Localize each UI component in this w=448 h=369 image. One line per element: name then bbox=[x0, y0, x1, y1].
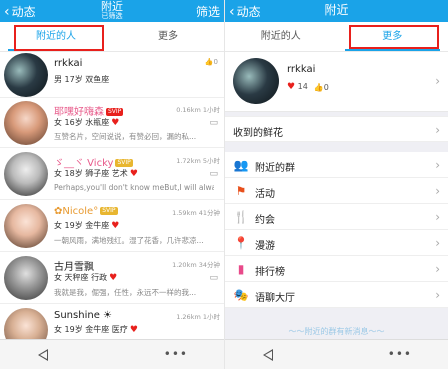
person-name: Sunshine ☀ bbox=[54, 310, 112, 321]
system-nav-bar: ••• bbox=[0, 339, 224, 369]
person-meta: 女 19岁 金牛座 ♥ bbox=[54, 220, 120, 231]
list-item[interactable]: Sunshine ☀ 女 19岁 金牛座 医疗 ♥ 1.26km 1小时 bbox=[0, 304, 224, 352]
ranking-icon: ▮ bbox=[237, 262, 245, 276]
heart-icon: ♥ bbox=[129, 168, 138, 179]
like-count-icon: 👍0 bbox=[204, 58, 218, 66]
list-item[interactable]: rrkkai 男 17岁 双鱼座 👍0 bbox=[0, 52, 224, 98]
menu-item-nearby-groups[interactable]: 👥 附近的群 › bbox=[225, 152, 448, 178]
heart-icon: ♥ bbox=[111, 220, 120, 231]
date-icon: 🍴 bbox=[233, 210, 249, 224]
chevron-right-icon: › bbox=[435, 74, 440, 88]
received-flowers-item[interactable]: 收到的鲜花 › bbox=[225, 116, 448, 142]
card-icon: ▭ bbox=[209, 118, 218, 128]
tab-more[interactable]: 更多 bbox=[112, 22, 224, 51]
top-bar: ‹ 动态 附近 bbox=[225, 0, 448, 22]
person-name: ✿Nicole° SVIP bbox=[54, 206, 118, 217]
menu-item-voice-chat-hall[interactable]: 🎭 语聊大厅 › bbox=[225, 282, 448, 308]
tab-nearby-people[interactable]: 附近的人 bbox=[225, 22, 337, 51]
profile-stats: ♥ 14 👍0 bbox=[287, 82, 329, 92]
person-signature: 一朝风雨，满地残红。湿了花香，几许悲凉... bbox=[54, 236, 204, 245]
page-subtitle: 已筛选 bbox=[101, 12, 123, 20]
avatar bbox=[4, 204, 48, 248]
avatar bbox=[4, 53, 48, 97]
person-meta: 男 17岁 双鱼座 bbox=[54, 75, 110, 84]
person-name: 古月雪飘 bbox=[54, 262, 94, 273]
menu-item-dating[interactable]: 🍴 约会 › bbox=[225, 204, 448, 230]
chevron-right-icon: › bbox=[435, 236, 440, 250]
nearby-more-screen: ‹ 动态 附近 附近的人 更多 rrkkai ♥ 14 👍0 › 收到的鲜花 ›… bbox=[224, 0, 448, 369]
person-name: rrkkai bbox=[54, 58, 83, 69]
profile-name: rrkkai bbox=[287, 64, 316, 75]
chevron-right-icon: › bbox=[435, 123, 440, 137]
person-signature: 我就是我，倔强，任性，永远不一样的我... bbox=[54, 288, 197, 297]
filter-button[interactable]: 筛选 bbox=[196, 3, 220, 20]
nav-back-icon[interactable] bbox=[263, 349, 273, 361]
menu-item-ranking[interactable]: ▮ 排行榜 › bbox=[225, 256, 448, 282]
distance-time: 1.20km 34分钟 bbox=[172, 261, 220, 269]
nearby-people-screen: ‹ 动态 附近 已筛选 筛选 附近的人 更多 rrkkai 男 17岁 双鱼座 … bbox=[0, 0, 224, 369]
thumbs-up-icon: 👍 bbox=[313, 82, 324, 92]
person-signature: 互赞名片，空间说说，有赞必回，漏的私... bbox=[54, 132, 197, 141]
chevron-right-icon: › bbox=[435, 210, 440, 224]
distance-time: 1.72km 5小时 bbox=[176, 157, 220, 165]
card-icon: ▭ bbox=[209, 273, 218, 283]
person-name: 耶嘿好嗨森 SVIP bbox=[54, 107, 124, 118]
chevron-right-icon: › bbox=[435, 184, 440, 198]
menu-item-events[interactable]: ⚑ 活动 › bbox=[225, 178, 448, 204]
chevron-right-icon: › bbox=[435, 158, 440, 172]
highlight-box bbox=[349, 25, 439, 49]
highlight-box bbox=[14, 25, 104, 51]
distance-time: 0.16km 1小时 bbox=[176, 106, 220, 114]
person-meta: 女 18岁 狮子座 艺术 ♥ bbox=[54, 168, 138, 179]
person-name: ゞ__ヾ Vicky SVIP bbox=[54, 158, 133, 169]
distance-time: 1.26km 1小时 bbox=[176, 313, 220, 321]
page-title: 附近 bbox=[324, 3, 349, 17]
top-bar: ‹ 动态 附近 已筛选 筛选 bbox=[0, 0, 224, 22]
person-meta: 女 19岁 金牛座 医疗 ♥ bbox=[54, 324, 138, 335]
heart-icon: ♥ bbox=[287, 82, 296, 92]
heart-icon: ♥ bbox=[109, 272, 118, 283]
heart-icon: ♥ bbox=[111, 117, 120, 128]
avatar bbox=[233, 58, 279, 104]
chevron-right-icon: › bbox=[435, 288, 440, 302]
section-gap bbox=[225, 142, 448, 152]
chevron-right-icon: › bbox=[435, 262, 440, 276]
system-nav-bar: ••• bbox=[225, 339, 448, 369]
list-item[interactable]: ゞ__ヾ Vicky SVIP 女 18岁 狮子座 艺术 ♥ Perhaps,you… bbox=[0, 148, 224, 200]
my-profile-card[interactable]: rrkkai ♥ 14 👍0 › bbox=[225, 52, 448, 112]
mask-icon: 🎭 bbox=[233, 288, 249, 302]
list-item[interactable]: ✿Nicole° SVIP 女 19岁 金牛座 ♥ 一朝风雨，满地残红。湿了花香，几… bbox=[0, 200, 224, 252]
menu-item-roaming[interactable]: 📍 漫游 › bbox=[225, 230, 448, 256]
avatar bbox=[4, 256, 48, 300]
group-icon: 👥 bbox=[233, 158, 249, 172]
card-icon: ▭ bbox=[209, 169, 218, 179]
more-dots-icon[interactable]: ••• bbox=[388, 347, 412, 361]
person-meta: 女 天秤座 行政 ♥ bbox=[54, 272, 118, 283]
more-dots-icon[interactable]: ••• bbox=[164, 347, 188, 361]
distance-time: 1.59km 41分钟 bbox=[172, 209, 220, 217]
person-signature: Perhaps,you'll don't know meBut,I will a… bbox=[54, 183, 214, 192]
flag-icon: ⚑ bbox=[235, 184, 247, 198]
avatar bbox=[4, 101, 48, 145]
heart-icon: ♥ bbox=[129, 324, 138, 335]
avatar bbox=[4, 152, 48, 196]
person-meta: 女 16岁 水瓶座 ♥ bbox=[54, 117, 120, 128]
location-pin-icon: 📍 bbox=[233, 236, 249, 250]
nav-back-icon[interactable] bbox=[38, 349, 48, 361]
groups-new-message-hint[interactable]: ～～附近的群有新消息～～ bbox=[225, 326, 448, 337]
page-title: 附近 bbox=[101, 0, 123, 13]
list-item[interactable]: 耶嘿好嗨森 SVIP 女 16岁 水瓶座 ♥ 互赞名片，空间说说，有赞必回，漏的私.… bbox=[0, 98, 224, 148]
list-item[interactable]: 古月雪飘 女 天秤座 行政 ♥ 我就是我，倔强，任性，永远不一样的我... 1.2… bbox=[0, 252, 224, 304]
